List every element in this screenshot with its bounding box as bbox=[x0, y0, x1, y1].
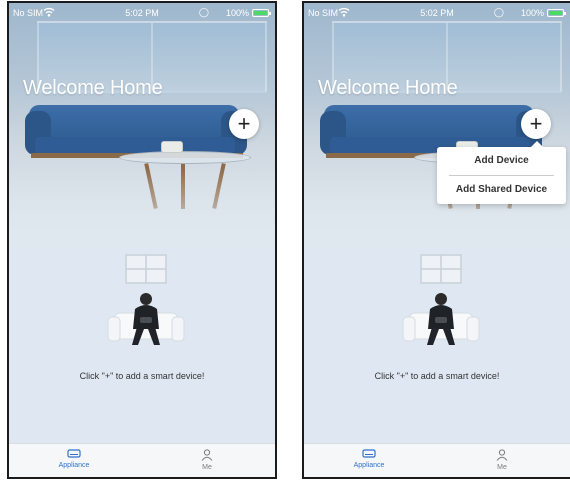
tab-me[interactable]: Me bbox=[167, 449, 247, 471]
tab-appliance[interactable]: Appliance bbox=[34, 449, 114, 469]
menu-item-add-device[interactable]: Add Device bbox=[437, 147, 566, 175]
appliance-icon bbox=[67, 449, 81, 458]
person-icon bbox=[496, 449, 508, 461]
tab-label: Appliance bbox=[353, 462, 385, 469]
tab-me[interactable]: Me bbox=[462, 449, 542, 471]
empty-state-illustration bbox=[107, 254, 185, 345]
battery-percent: 100% bbox=[225, 8, 249, 18]
battery-icon bbox=[252, 9, 271, 17]
tab-label: Me bbox=[497, 464, 507, 471]
phone-screen-add-menu: No SIM 5:02 PM ◯ 100% Welcome Home + Add… bbox=[302, 1, 570, 479]
status-bar: No SIM 5:02 PM ◯ 100% bbox=[304, 3, 570, 23]
empty-state-message: Click "+" to add a smart device! bbox=[79, 371, 205, 381]
person-icon bbox=[201, 449, 213, 461]
page-title: Welcome Home bbox=[23, 77, 163, 99]
add-device-button[interactable]: + bbox=[229, 109, 259, 139]
menu-item-add-shared-device[interactable]: Add Shared Device bbox=[437, 176, 566, 204]
add-device-button[interactable]: + bbox=[521, 109, 551, 139]
empty-state-illustration bbox=[402, 254, 480, 345]
alarm-icon: ◯ bbox=[198, 7, 209, 17]
empty-state-message: Click "+" to add a smart device! bbox=[374, 371, 500, 381]
appliance-icon bbox=[362, 449, 376, 458]
tab-bar: Appliance Me bbox=[9, 443, 275, 477]
add-menu-dropdown: Add Device Add Shared Device bbox=[437, 141, 566, 204]
status-bar: No SIM 5:02 PM ◯ 100% bbox=[9, 3, 275, 23]
tab-bar: Appliance Me bbox=[304, 443, 570, 477]
phone-screen-home: No SIM 5:02 PM ◯ 100% Welcome Home + Cli… bbox=[7, 1, 277, 479]
tab-label: Me bbox=[202, 464, 212, 471]
alarm-icon: ◯ bbox=[493, 7, 504, 17]
tab-appliance[interactable]: Appliance bbox=[329, 449, 409, 469]
tab-label: Appliance bbox=[58, 462, 90, 469]
battery-icon bbox=[547, 9, 566, 17]
battery-percent: 100% bbox=[520, 8, 544, 18]
page-title: Welcome Home bbox=[318, 77, 458, 99]
